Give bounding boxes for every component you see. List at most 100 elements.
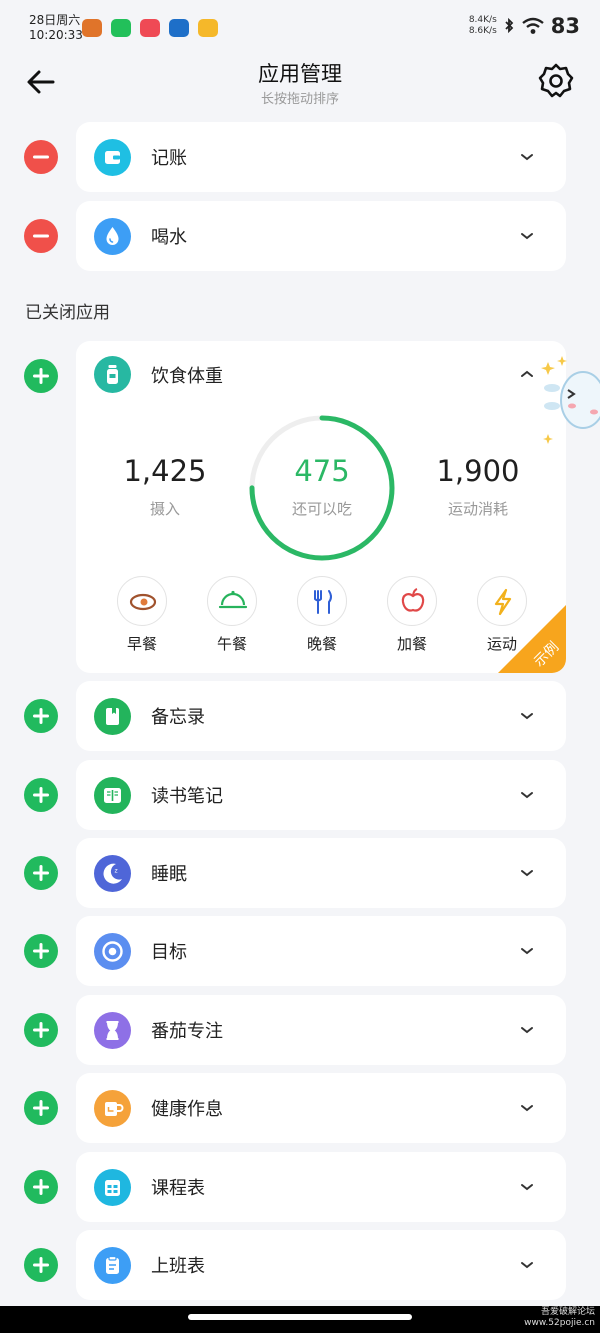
intake-value: 1,425 <box>123 454 207 488</box>
disabled-app-row: 上班表 <box>0 1230 600 1300</box>
status-right: 8.4K/s 8.6K/s 83 <box>469 14 580 38</box>
plus-icon <box>33 1022 49 1038</box>
svg-text:z: z <box>115 868 118 875</box>
add-app-button[interactable] <box>24 1248 58 1282</box>
enabled-app-row: 喝水 <box>0 201 600 271</box>
add-app-button[interactable] <box>24 359 58 393</box>
minus-icon <box>33 155 49 159</box>
disabled-app-row: 目标 <box>0 916 600 986</box>
add-app-button[interactable] <box>24 1091 58 1125</box>
add-app-button[interactable] <box>24 778 58 812</box>
app-card-goal[interactable]: 目标 <box>76 916 566 986</box>
meal-label: 早餐 <box>126 635 157 653</box>
chevron-down-icon[interactable] <box>519 1179 535 1195</box>
app-name: 读书笔记 <box>151 786 223 807</box>
red-app-icon <box>140 19 160 37</box>
app-name: 健康作息 <box>151 1099 223 1120</box>
wifi-icon <box>522 17 544 34</box>
status-time: 10:20:33 <box>29 28 83 42</box>
closed-apps-section-label: 已关闭应用 <box>25 303 110 323</box>
plus-icon <box>33 708 49 724</box>
app-card-timetable[interactable]: 课程表 <box>76 1152 566 1222</box>
disabled-app-row: 读书笔记 <box>0 760 600 830</box>
chevron-down-icon[interactable] <box>519 708 535 724</box>
app-name: 番茄专注 <box>151 1021 223 1042</box>
blue-app-icon <box>169 19 189 37</box>
add-app-button[interactable] <box>24 1013 58 1047</box>
status-date: 28日周六 <box>29 13 81 27</box>
chevron-down-icon[interactable] <box>519 865 535 881</box>
net-down-speed: 8.6K/s <box>468 26 497 36</box>
clipboard-icon <box>94 1247 131 1284</box>
disabled-app-row: 番茄专注 <box>0 995 600 1065</box>
plus-icon <box>33 865 49 881</box>
add-app-button[interactable] <box>24 699 58 733</box>
app-card-diet-weight-expanded: 饮食体重 1,425 摄入 475 还可以吃 1,900 运动消耗 早餐 午餐 … <box>76 341 566 673</box>
plus-icon <box>33 1257 49 1273</box>
chevron-up-icon[interactable] <box>519 366 535 382</box>
dinner-utensils-icon <box>314 590 332 614</box>
calendar-grid-icon <box>94 1169 131 1206</box>
app-card-work-schedule[interactable]: 上班表 <box>76 1230 566 1300</box>
app-card-memo[interactable]: 备忘录 <box>76 681 566 751</box>
moon-icon: z <box>94 855 131 892</box>
app-name: 饮食体重 <box>151 366 223 387</box>
app-card-healthy-routine[interactable]: 健康作息 <box>76 1073 566 1143</box>
app-card-pomodoro[interactable]: 番茄专注 <box>76 995 566 1065</box>
intake-stat: 1,425 摄入 <box>100 454 230 519</box>
app-name: 目标 <box>151 942 187 963</box>
notification-icons <box>82 19 218 37</box>
meal-dinner-button[interactable]: 晚餐 <box>292 576 352 654</box>
minus-icon <box>33 234 49 238</box>
watermark-line2: www.52pojie.cn <box>524 1318 595 1328</box>
disabled-app-row: 备忘录 <box>0 681 600 751</box>
remove-app-button[interactable] <box>24 219 58 253</box>
plus-icon <box>33 368 49 384</box>
plus-icon <box>33 943 49 959</box>
net-up-speed: 8.4K/s <box>468 15 497 25</box>
meal-label: 晚餐 <box>306 635 337 653</box>
app-name: 备忘录 <box>151 707 205 728</box>
plus-icon <box>33 1179 49 1195</box>
plus-icon <box>33 787 49 803</box>
chevron-down-icon[interactable] <box>519 149 535 165</box>
cup-icon <box>94 1090 131 1127</box>
enabled-app-row: 记账 <box>0 122 600 192</box>
network-speed: 8.4K/s 8.6K/s <box>469 15 497 37</box>
burn-label: 运动消耗 <box>447 500 508 518</box>
disabled-app-row: z 睡眠 <box>0 838 600 908</box>
app-card-reading-notes[interactable]: 读书笔记 <box>76 760 566 830</box>
remove-app-button[interactable] <box>24 140 58 174</box>
page-title: 应用管理 <box>258 62 342 86</box>
meal-label: 午餐 <box>216 635 247 653</box>
add-app-button[interactable] <box>24 934 58 968</box>
app-card-accounting[interactable]: 记账 <box>76 122 566 192</box>
add-app-button[interactable] <box>24 1170 58 1204</box>
remaining-label: 还可以吃 <box>291 500 352 518</box>
meal-breakfast-button[interactable]: 早餐 <box>112 576 172 654</box>
app-card-sleep[interactable]: z 睡眠 <box>76 838 566 908</box>
app-name: 喝水 <box>151 227 187 248</box>
chevron-down-icon[interactable] <box>519 943 535 959</box>
chevron-down-icon[interactable] <box>519 787 535 803</box>
app-name: 上班表 <box>151 1256 205 1277</box>
apple-icon <box>401 588 425 612</box>
chevron-down-icon[interactable] <box>519 1022 535 1038</box>
yellow-app-icon <box>198 19 218 37</box>
meal-snack-button[interactable]: 加餐 <box>382 576 442 654</box>
add-app-button[interactable] <box>24 856 58 890</box>
water-drop-icon <box>94 218 131 255</box>
home-gesture-bar[interactable] <box>188 1314 412 1320</box>
burn-stat: 1,900 运动消耗 <box>413 454 543 519</box>
bottle-icon <box>94 356 131 393</box>
app-card-water[interactable]: 喝水 <box>76 201 566 271</box>
meal-lunch-button[interactable]: 午餐 <box>202 576 262 654</box>
chevron-down-icon[interactable] <box>519 228 535 244</box>
lunch-cloche-icon <box>218 590 248 609</box>
gear-icon[interactable] <box>537 62 575 100</box>
status-bar: 28日周六 10:20:33 8.4K/s 8.6K/s 83 <box>0 0 600 50</box>
plus-icon <box>33 1100 49 1116</box>
chevron-down-icon[interactable] <box>519 1257 535 1273</box>
chevron-down-icon[interactable] <box>519 1100 535 1116</box>
wechat-icon <box>111 19 131 37</box>
